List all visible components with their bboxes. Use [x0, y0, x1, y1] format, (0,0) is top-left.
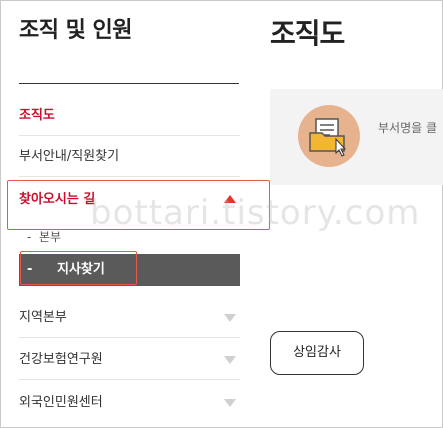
chevron-down-icon[interactable] [224, 314, 236, 322]
highlight-box-directions [7, 180, 270, 230]
sidebar-item-label: 지역본부 [19, 310, 67, 325]
info-text: 부서명을 클 [378, 121, 438, 135]
sidebar-divider [19, 83, 239, 84]
sidebar-item-foreigner-center[interactable]: 외국인민원센터 [19, 383, 240, 423]
sidebar-item-label: 건강보험연구원 [19, 352, 103, 367]
submenu-label: 본부 [38, 230, 62, 244]
page-title: 조직도 [270, 17, 345, 50]
sidebar-item-label: 부서안내/직원찾기 [19, 149, 120, 164]
sidebar-item-research-institute[interactable]: 건강보험연구원 [19, 340, 240, 380]
sidebar-title: 조직 및 인원 [19, 18, 133, 43]
submenu-prefix: - [27, 230, 32, 244]
sidebar-item-label: 조직도 [19, 108, 55, 123]
sidebar-item-regional-hq[interactable]: 지역본부 [19, 298, 240, 338]
sidebar-item-dept-staff[interactable]: 부서안내/직원찾기 [19, 137, 240, 177]
folder-document-icon [298, 105, 360, 167]
highlight-box-find-branch [20, 251, 137, 285]
info-panel: 부서명을 클 [270, 89, 443, 185]
sidebar: 조직 및 인원 조직도 부서안내/직원찾기 찾아오시는 길 - 본부 - 지사찾… [0, 0, 270, 428]
sidebar-item-label: 외국인민원센터 [19, 395, 103, 410]
sidebar-item-org-chart[interactable]: 조직도 [19, 96, 240, 136]
chevron-down-icon[interactable] [224, 356, 236, 364]
submenu-item-headquarters[interactable]: - 본부 [27, 225, 61, 249]
standing-auditor-button[interactable]: 상임감사 [270, 331, 364, 375]
chevron-down-icon[interactable] [224, 399, 236, 407]
